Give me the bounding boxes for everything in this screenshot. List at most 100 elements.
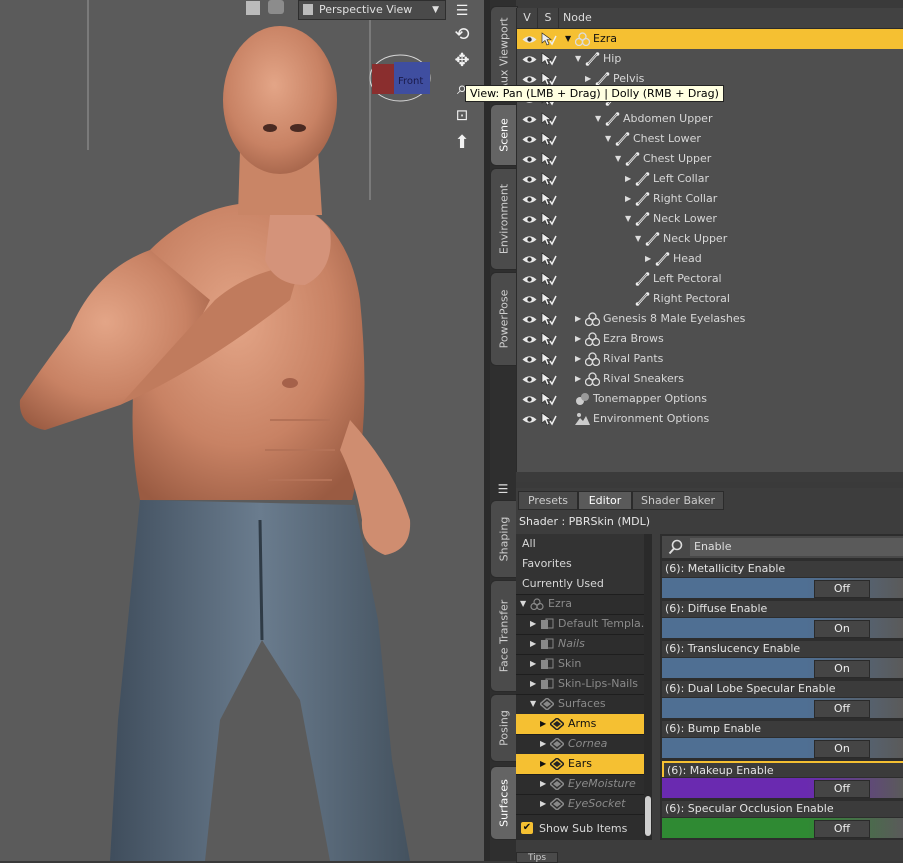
property-value[interactable]: Off <box>814 700 870 718</box>
surface-list-item[interactable]: ▶ Arms <box>516 714 644 735</box>
surface-list-item[interactable]: Currently Used <box>516 574 644 595</box>
selectable-cursor-icon[interactable] <box>541 72 557 86</box>
selectable-cursor-icon[interactable] <box>541 132 557 146</box>
scene-node-row[interactable]: ▶ Right Collar <box>517 189 903 209</box>
visibility-eye-icon[interactable] <box>522 194 537 203</box>
scene-node-row[interactable]: ▶ Genesis 8 Male Eyelashes <box>517 309 903 329</box>
expand-down-icon[interactable]: ▼ <box>530 694 536 714</box>
resize-handle[interactable] <box>516 472 903 482</box>
surface-list-scrollbar[interactable] <box>644 534 652 840</box>
tab-surfaces[interactable]: Surfaces <box>490 766 518 840</box>
expand-down-icon[interactable]: ▼ <box>520 594 526 614</box>
visibility-eye-icon[interactable] <box>522 74 537 83</box>
property-value[interactable]: On <box>814 660 870 678</box>
shading-icon[interactable] <box>268 0 284 14</box>
reset-view-icon[interactable]: ⬆ <box>451 132 473 154</box>
selectable-cursor-icon[interactable] <box>541 292 557 306</box>
tab-editor[interactable]: Editor <box>578 491 632 510</box>
expand-down-icon[interactable]: ▼ <box>575 49 581 69</box>
surface-list-item[interactable]: Favorites <box>516 554 644 575</box>
property-value[interactable]: On <box>814 620 870 638</box>
tab-shader-baker[interactable]: Shader Baker <box>632 491 724 510</box>
surface-list-item[interactable]: ▶ EyeMoisture <box>516 774 644 795</box>
selectable-cursor-icon[interactable] <box>541 272 557 286</box>
3d-viewport[interactable]: Front Perspective View ▼ ☰ ⟲ ✥ ⌕ ⊡ ⬆ <box>0 0 484 861</box>
expand-right-icon[interactable]: ▶ <box>530 654 536 674</box>
expand-right-icon[interactable]: ▶ <box>530 614 536 634</box>
pan-icon[interactable]: ✥ <box>451 50 473 72</box>
visibility-eye-icon[interactable] <box>522 54 537 63</box>
scene-node-row[interactable]: ▼ Chest Lower <box>517 129 903 149</box>
visibility-eye-icon[interactable] <box>522 334 537 343</box>
tab-scene[interactable]: Scene <box>490 104 518 166</box>
visibility-eye-icon[interactable] <box>522 254 537 263</box>
scene-node-row[interactable]: ▼ Abdomen Upper <box>517 109 903 129</box>
expand-right-icon[interactable]: ▶ <box>530 634 536 654</box>
camera-dropdown[interactable]: Perspective View ▼ <box>298 0 446 20</box>
scene-node-row[interactable]: Environment Options <box>517 409 903 429</box>
visibility-eye-icon[interactable] <box>522 354 537 363</box>
scene-node-row[interactable]: Left Pectoral <box>517 269 903 289</box>
scene-node-row[interactable]: ▼ Ezra <box>517 29 903 49</box>
surface-list-item[interactable]: ▶ Nails <box>516 634 644 655</box>
selectable-cursor-icon[interactable] <box>541 252 557 266</box>
selectable-cursor-icon[interactable] <box>541 332 557 346</box>
property-filter[interactable]: Enable <box>662 536 903 558</box>
visibility-header[interactable]: V <box>517 8 538 28</box>
surface-list-item[interactable]: ▶ Skin-Lips-Nails <box>516 674 644 695</box>
view-cube[interactable]: Front <box>368 52 432 104</box>
selectable-cursor-icon[interactable] <box>541 372 557 386</box>
show-sub-items[interactable]: ✔ Show Sub Items <box>516 818 652 840</box>
expand-right-icon[interactable]: ▶ <box>575 329 581 349</box>
expand-right-icon[interactable]: ▶ <box>530 674 536 694</box>
expand-right-icon[interactable]: ▶ <box>645 249 651 269</box>
expand-down-icon[interactable]: ▼ <box>565 29 571 49</box>
property-value[interactable]: Off <box>814 580 870 598</box>
visibility-eye-icon[interactable] <box>522 34 537 43</box>
scene-node-row[interactable]: ▼ Neck Upper <box>517 229 903 249</box>
tab-tips[interactable]: Tips <box>516 852 558 863</box>
scene-node-row[interactable]: ▶ Left Collar <box>517 169 903 189</box>
selectable-cursor-icon[interactable] <box>541 32 557 46</box>
surface-list-item[interactable]: ▶ Default Templa... <box>516 614 651 635</box>
selectable-cursor-icon[interactable] <box>541 352 557 366</box>
visibility-eye-icon[interactable] <box>522 234 537 243</box>
property-value[interactable]: On <box>814 740 870 758</box>
tab-powerpose[interactable]: PowerPose <box>490 272 518 366</box>
viewport-menu-icon[interactable]: ☰ <box>451 0 473 22</box>
tab-face-transfer[interactable]: Face Transfer <box>490 580 518 692</box>
orbit-icon[interactable]: ⟲ <box>451 24 473 46</box>
visibility-eye-icon[interactable] <box>522 314 537 323</box>
expand-right-icon[interactable]: ▶ <box>540 714 546 734</box>
visibility-eye-icon[interactable] <box>522 294 537 303</box>
scene-node-row[interactable]: ▼ Neck Lower <box>517 209 903 229</box>
expand-down-icon[interactable]: ▼ <box>615 149 621 169</box>
visibility-eye-icon[interactable] <box>522 394 537 403</box>
surface-list-item[interactable]: ▶ Ears <box>516 754 644 775</box>
visibility-eye-icon[interactable] <box>522 414 537 423</box>
expand-right-icon[interactable]: ▶ <box>540 794 546 814</box>
scene-node-row[interactable]: ▼ Chest Upper <box>517 149 903 169</box>
panel-menu-icon[interactable]: ☰ <box>490 482 516 496</box>
checkbox-checked-icon[interactable]: ✔ <box>521 822 533 834</box>
expand-right-icon[interactable]: ▶ <box>540 734 546 754</box>
expand-down-icon[interactable]: ▼ <box>625 209 631 229</box>
visibility-eye-icon[interactable] <box>522 214 537 223</box>
scene-node-row[interactable]: Right Pectoral <box>517 289 903 309</box>
property-value[interactable]: Off <box>814 820 870 838</box>
expand-right-icon[interactable]: ▶ <box>540 774 546 794</box>
selectable-cursor-icon[interactable] <box>541 172 557 186</box>
selectable-cursor-icon[interactable] <box>541 392 557 406</box>
surface-list-item[interactable]: All <box>516 534 644 555</box>
selectable-cursor-icon[interactable] <box>541 52 557 66</box>
scene-node-row[interactable]: Tonemapper Options <box>517 389 903 409</box>
expand-right-icon[interactable]: ▶ <box>575 309 581 329</box>
visibility-eye-icon[interactable] <box>522 374 537 383</box>
scene-node-row[interactable]: ▼ Hip <box>517 49 903 69</box>
selectable-cursor-icon[interactable] <box>541 192 557 206</box>
selectable-cursor-icon[interactable] <box>541 152 557 166</box>
surface-list-item[interactable]: ▶ Cornea <box>516 734 644 755</box>
expand-right-icon[interactable]: ▶ <box>575 369 581 389</box>
visibility-eye-icon[interactable] <box>522 274 537 283</box>
node-header[interactable]: Node <box>559 8 903 28</box>
